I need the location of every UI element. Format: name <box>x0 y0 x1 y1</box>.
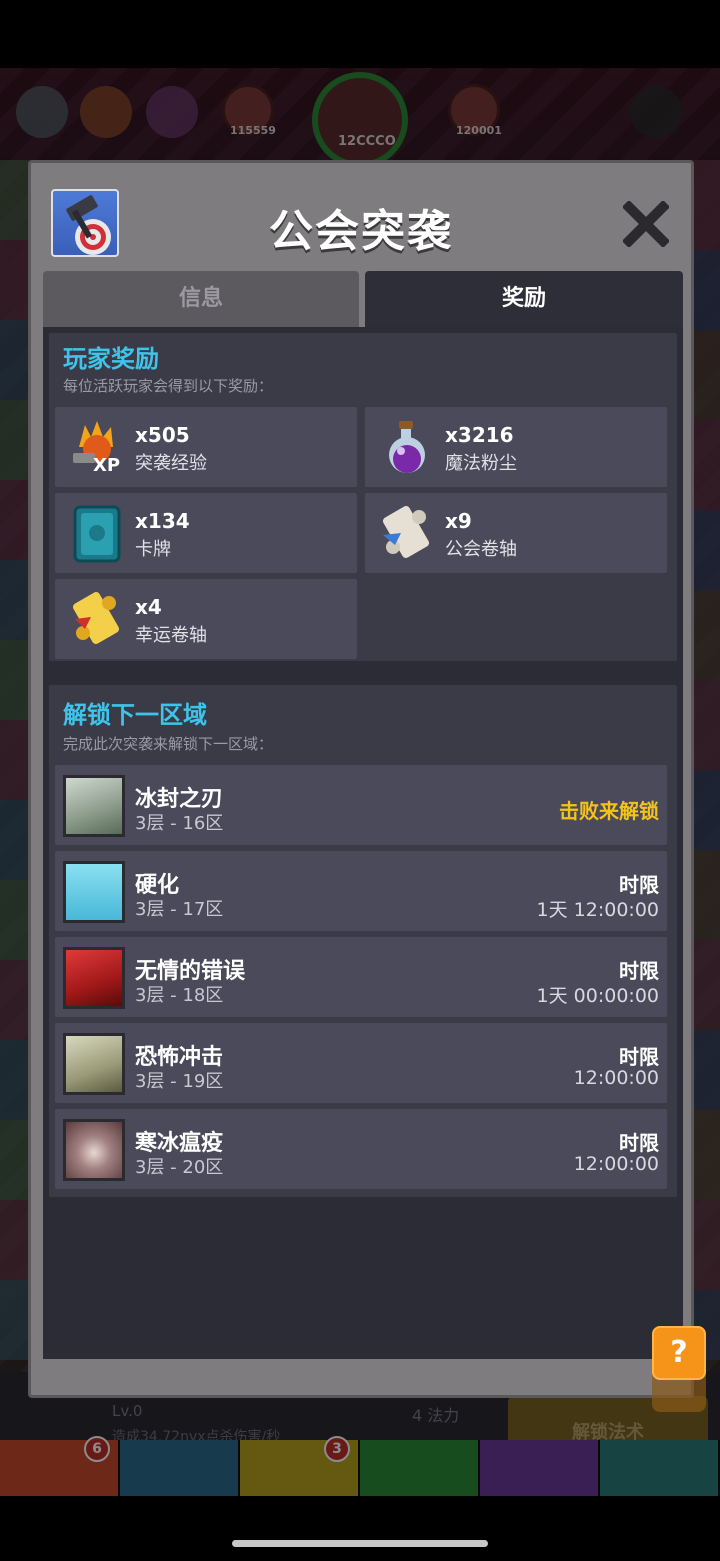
tab-info[interactable]: 信息 <box>43 271 359 327</box>
reward-name: 公会卷轴 <box>445 539 517 560</box>
lucky-scroll-icon <box>67 589 127 649</box>
zone-row[interactable]: 无情的错误 3层 - 18区 时限 1天 00:00:00 <box>55 937 667 1017</box>
zone-floor: 3层 - 16区 <box>135 813 224 834</box>
player-rewards-title: 玩家奖励 <box>63 345 159 373</box>
guild-raid-modal: 公会突袭 信息 奖励 玩家奖励 每位活跃玩家会得到以下奖励： XP x505 突… <box>28 160 694 1398</box>
zone-time-limit: 12:00:00 <box>573 1153 659 1175</box>
reward-item: x134 卡牌 <box>55 493 357 573</box>
reward-name: 幸运卷轴 <box>135 625 207 646</box>
reward-count: x3216 <box>445 423 514 447</box>
close-icon[interactable] <box>621 199 671 249</box>
svg-text:XP: XP <box>93 455 120 476</box>
reward-name: 卡牌 <box>135 539 171 560</box>
reward-count: x4 <box>135 595 162 619</box>
modal-title: 公会突袭 <box>269 206 453 257</box>
zone-row[interactable]: 寒冰瘟疫 3层 - 20区 时限 12:00:00 <box>55 1109 667 1189</box>
card-icon <box>67 503 127 563</box>
reward-item: x9 公会卷轴 <box>365 493 667 573</box>
modal-header: 公会突袭 <box>31 173 691 273</box>
rewards-content: 玩家奖励 每位活跃玩家会得到以下奖励： XP x505 突袭经验 x3216 魔… <box>43 327 683 1359</box>
modal-tabs: 信息 奖励 <box>43 271 683 327</box>
reward-count: x505 <box>135 423 190 447</box>
zone-floor: 3层 - 19区 <box>135 1071 224 1092</box>
reward-item: XP x505 突袭经验 <box>55 407 357 487</box>
zone-status: 时限 <box>619 959 659 983</box>
xp-icon: XP <box>67 417 127 477</box>
zone-time-limit: 1天 12:00:00 <box>536 899 659 921</box>
zone-floor: 3层 - 20区 <box>135 1157 224 1178</box>
zone-time-limit: 1天 00:00:00 <box>536 985 659 1007</box>
reward-count: x134 <box>135 509 190 533</box>
zone-time-limit: 12:00:00 <box>573 1067 659 1089</box>
zone-status: 时限 <box>619 1131 659 1155</box>
unlock-next-title: 解锁下一区域 <box>63 701 207 729</box>
player-rewards-subtitle: 每位活跃玩家会得到以下奖励： <box>63 377 274 395</box>
home-indicator[interactable] <box>232 1540 488 1547</box>
tab-rewards[interactable]: 奖励 <box>365 271 683 327</box>
zone-thumbnail <box>63 1033 125 1095</box>
zone-thumbnail <box>63 775 125 837</box>
zone-row[interactable]: 恐怖冲击 3层 - 19区 时限 12:00:00 <box>55 1023 667 1103</box>
player-rewards-section: 玩家奖励 每位活跃玩家会得到以下奖励： XP x505 突袭经验 x3216 魔… <box>49 333 677 661</box>
zone-row[interactable]: 硬化 3层 - 17区 时限 1天 12:00:00 <box>55 851 667 931</box>
reward-count: x9 <box>445 509 472 533</box>
zone-thumbnail <box>63 861 125 923</box>
zone-thumbnail <box>63 1119 125 1181</box>
zone-row[interactable]: 冰封之刃 3层 - 16区 击败来解锁 <box>55 765 667 845</box>
reward-name: 突袭经验 <box>135 453 207 474</box>
guild-scroll-icon <box>377 503 437 563</box>
reward-item: x4 幸运卷轴 <box>55 579 357 659</box>
reward-item: x3216 魔法粉尘 <box>365 407 667 487</box>
zone-status: 时限 <box>619 1045 659 1069</box>
help-button[interactable]: ? <box>652 1326 706 1380</box>
reward-name: 魔法粉尘 <box>445 453 517 474</box>
unlock-next-section: 解锁下一区域 完成此次突袭来解锁下一区域： 冰封之刃 3层 - 16区 击败来解… <box>49 685 677 1197</box>
zone-thumbnail <box>63 947 125 1009</box>
zone-floor: 3层 - 17区 <box>135 899 224 920</box>
unlock-next-subtitle: 完成此次突袭来解锁下一区域： <box>63 735 274 753</box>
zone-status: 击败来解锁 <box>559 799 659 823</box>
zone-status: 时限 <box>619 873 659 897</box>
zone-floor: 3层 - 18区 <box>135 985 224 1006</box>
potion-icon <box>377 417 437 477</box>
